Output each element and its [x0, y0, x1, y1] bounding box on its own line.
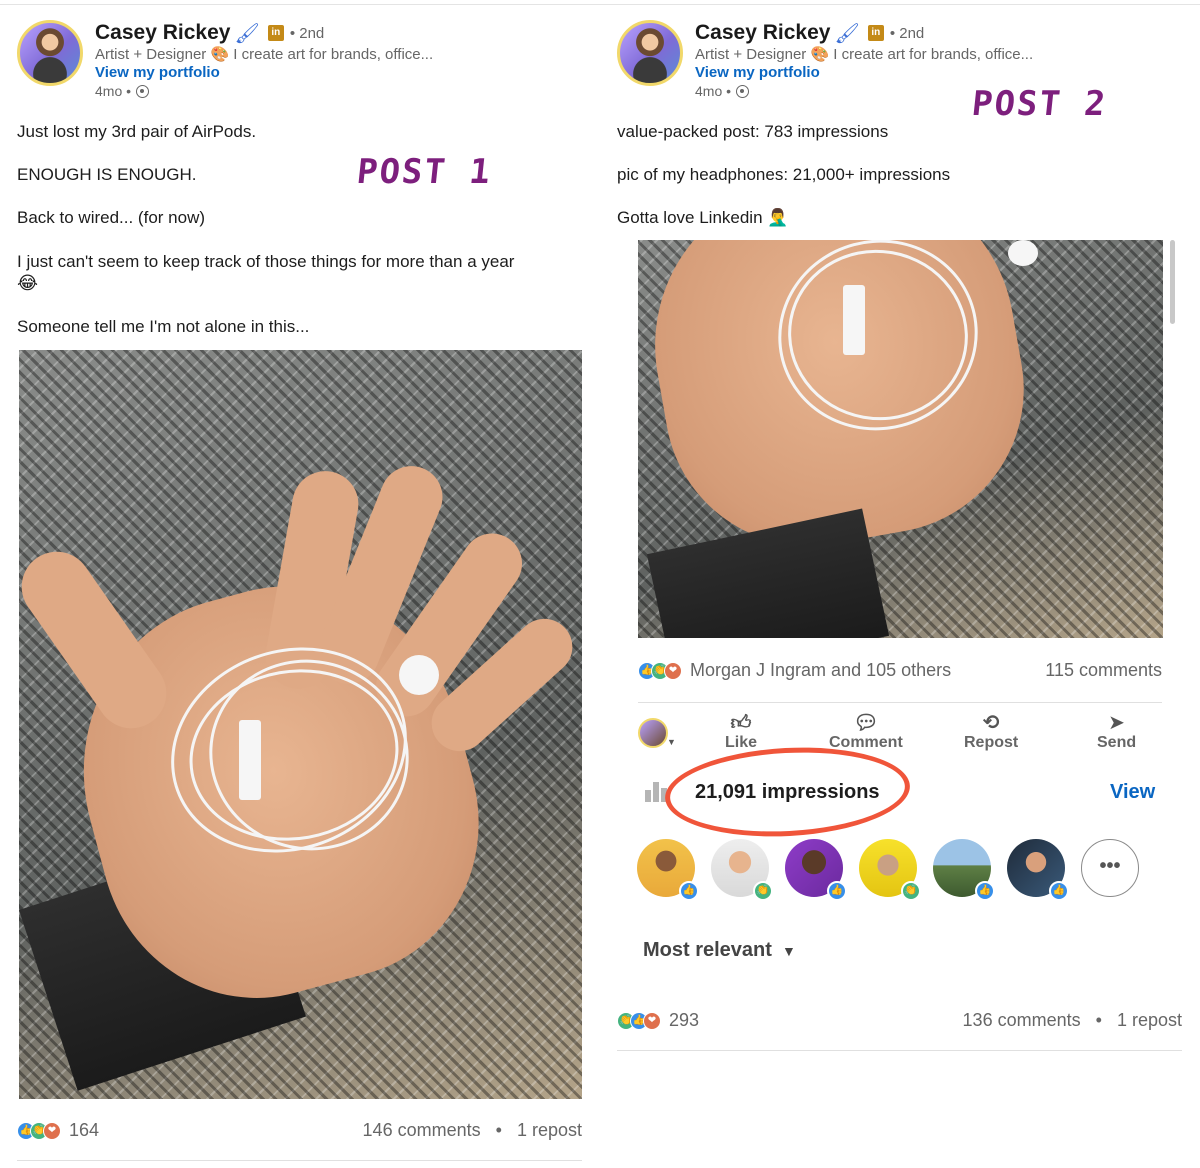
post-time: 4mo •	[95, 83, 132, 99]
send-button[interactable]: ➤ Send	[1097, 712, 1136, 752]
post-body-line: Just lost my 3rd pair of AirPods.	[17, 122, 257, 141]
connection-degree: • 2nd	[889, 24, 925, 42]
paintbrush-icon: 🖌	[834, 22, 860, 45]
ellipsis-icon[interactable]: •••	[1081, 839, 1139, 897]
reposts-count[interactable]: 1 repost	[1117, 1010, 1182, 1030]
portfolio-link[interactable]: View my portfolio	[95, 64, 220, 81]
author-name-row: Casey Rickey 🖌 in • 2nd	[95, 20, 324, 46]
like-reaction-icon: 👍	[975, 881, 995, 901]
author-headline: Artist + Designer 🎨 I create art for bra…	[695, 46, 1034, 63]
like-label: Like	[725, 734, 758, 751]
portfolio-link[interactable]: View my portfolio	[695, 64, 820, 81]
globe-icon	[136, 84, 150, 98]
usb-c-plug	[239, 720, 261, 800]
post-body-line: Someone tell me I'm not alone in this...	[17, 317, 310, 336]
post-body-line: Back to wired... (for now)	[17, 208, 206, 227]
reaction-count: 293	[669, 1010, 700, 1030]
reaction-icons: 👍 👏 ❤	[638, 661, 682, 680]
linkedin-badge-icon: in	[267, 25, 284, 41]
comments-count[interactable]: 146 comments	[363, 1120, 481, 1140]
reposts-count[interactable]: 1 repost	[517, 1120, 582, 1140]
divider	[17, 1160, 582, 1161]
view-analytics-link[interactable]: View	[1110, 781, 1155, 804]
reactor-avatar[interactable]: 👏	[859, 839, 921, 901]
reactor-avatar[interactable]: 👍	[785, 839, 847, 901]
post-photo-wired-earbuds[interactable]	[19, 350, 582, 1099]
chevron-down-icon[interactable]: ▼	[667, 737, 676, 747]
linkedin-badge-icon: in	[867, 25, 884, 41]
repost-button[interactable]: ⟲ Repost	[964, 712, 1018, 752]
love-reaction-icon: ❤	[664, 661, 682, 680]
post-stats: 136 comments • 1 repost	[963, 1010, 1182, 1031]
stats-separator: •	[495, 1120, 502, 1140]
author-avatar[interactable]	[617, 20, 683, 86]
like-reaction-icon: 👍	[679, 881, 699, 901]
celebrate-reaction-icon: 👏	[901, 881, 921, 901]
post-body-line: I just can't seem to keep track of those…	[17, 252, 515, 271]
like-reaction-icon: 👍	[1049, 881, 1069, 901]
reactions-summary[interactable]: 👍 👏 ❤ 164	[17, 1120, 99, 1141]
post-meta: 4mo •	[95, 83, 150, 99]
post-body-line: value-packed post: 783 impressions	[617, 122, 889, 141]
post-2-annotation: POST 2	[969, 84, 1109, 124]
like-reaction-icon: 👍	[827, 881, 847, 901]
post-time: 4mo •	[695, 83, 732, 99]
thumbs-up-icon: 👍︎	[730, 712, 752, 734]
reactor-avatar[interactable]: 👍	[933, 839, 995, 901]
reactors-summary: Morgan J Ingram and 105 others	[690, 660, 952, 680]
repost-label: Repost	[964, 734, 1019, 751]
post-stats: 146 comments • 1 repost	[363, 1120, 582, 1141]
earbud	[399, 655, 439, 695]
paper-plane-icon: ➤	[1108, 712, 1125, 734]
author-headline: Artist + Designer 🎨 I create art for bra…	[95, 46, 434, 63]
post-1: Casey Rickey 🖌 in • 2nd Artist + Designe…	[0, 0, 600, 1168]
reactor-avatar[interactable]: 👏	[711, 839, 773, 901]
post-2: Casey Rickey 🖌 in • 2nd Artist + Designe…	[600, 0, 1200, 1168]
reaction-icons: 👍 👏 ❤	[17, 1121, 61, 1140]
send-label: Send	[1097, 734, 1137, 751]
post-body-line: Gotta love Linkedin 🤦‍♂️	[617, 208, 789, 227]
author-name-row: Casey Rickey 🖌 in • 2nd	[695, 20, 924, 46]
like-button[interactable]: 👍︎ Like	[725, 712, 757, 752]
viewer-avatar[interactable]	[638, 718, 668, 748]
bar-chart-icon	[645, 782, 667, 802]
comments-count[interactable]: 136 comments	[963, 1010, 1081, 1030]
comment-button[interactable]: 💬︎ Comment	[829, 712, 903, 752]
paintbrush-icon: 🖌	[234, 22, 260, 45]
connection-degree: • 2nd	[289, 24, 325, 42]
reactor-avatar[interactable]: 👍	[1007, 839, 1069, 901]
laughing-emoji: 😂	[17, 273, 39, 293]
post-photo-wired-earbuds[interactable]	[638, 240, 1163, 638]
love-reaction-icon: ❤	[643, 1011, 661, 1030]
earbud	[1008, 240, 1038, 266]
stats-separator: •	[1095, 1010, 1102, 1030]
reactor-avatar[interactable]: 👍	[637, 839, 699, 901]
reaction-icons: 👏 👍 ❤	[617, 1011, 661, 1030]
reaction-count: 164	[69, 1120, 100, 1140]
love-reaction-icon: ❤	[43, 1121, 61, 1140]
comments-count-top[interactable]: 115 comments	[1045, 660, 1162, 681]
divider	[617, 1050, 1182, 1051]
speech-bubble-icon: 💬︎	[853, 712, 879, 734]
caret-down-icon: ▼	[781, 942, 796, 959]
reactions-summary[interactable]: 👍 👏 ❤ Morgan J Ingram and 105 others	[638, 660, 951, 681]
author-name[interactable]: Casey Rickey	[95, 21, 230, 45]
post-1-annotation: POST 1	[354, 152, 494, 192]
celebrate-reaction-icon: 👏	[753, 881, 773, 901]
post-meta: 4mo •	[695, 83, 750, 99]
sort-label: Most relevant	[643, 939, 772, 961]
author-name[interactable]: Casey Rickey	[695, 21, 830, 45]
globe-icon	[736, 84, 750, 98]
image-scrollbar[interactable]	[1170, 240, 1175, 324]
repost-arrows-icon: ⟲	[982, 712, 1000, 734]
post-body-line: ENOUGH IS ENOUGH.	[17, 165, 197, 184]
post-body-line: pic of my headphones: 21,000+ impression…	[617, 165, 951, 184]
comment-sort-dropdown[interactable]: Most relevant ▼	[643, 939, 796, 962]
reactions-summary[interactable]: 👏 👍 ❤ 293	[617, 1010, 699, 1031]
author-avatar[interactable]	[17, 20, 83, 86]
usb-c-plug	[843, 285, 865, 355]
divider	[638, 702, 1162, 703]
